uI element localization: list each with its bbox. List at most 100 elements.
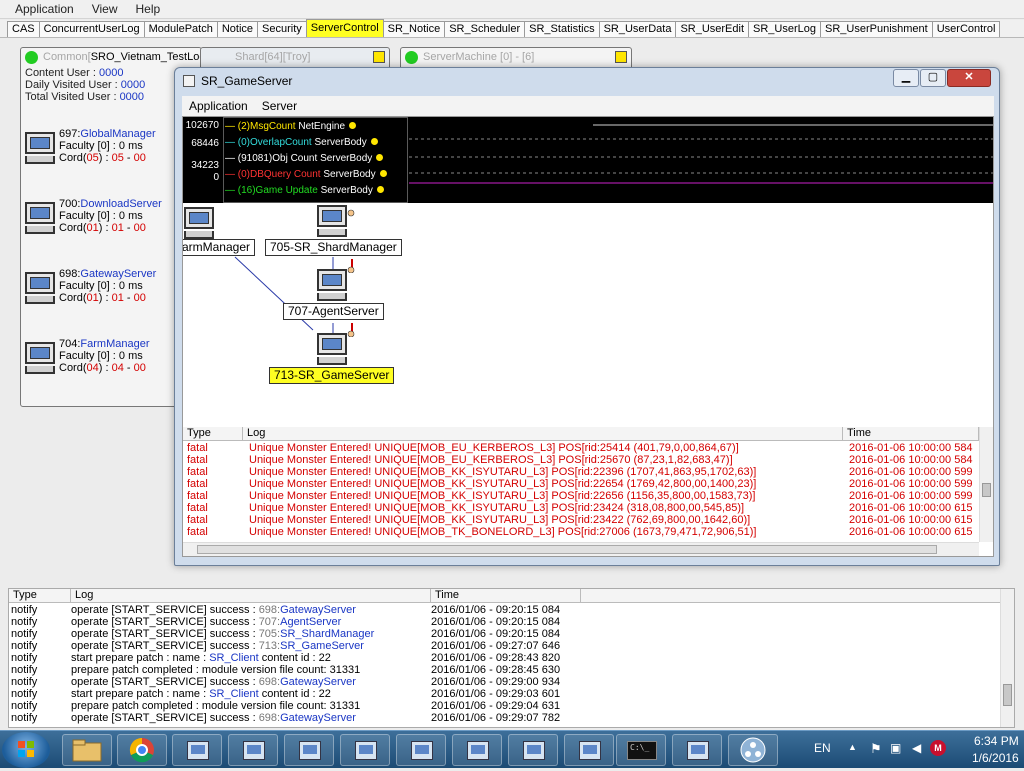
farm-manager-computer-icon[interactable] <box>184 207 214 241</box>
col-time[interactable]: Time <box>431 589 581 602</box>
tab-server-control[interactable]: ServerControl <box>305 19 384 37</box>
taskbar-app-window[interactable] <box>564 734 614 766</box>
computer-icon <box>25 342 55 376</box>
tab-concurrent-user-log[interactable]: ConcurrentUserLog <box>38 21 145 37</box>
table-row[interactable]: fatal Unique Monster Entered! UNIQUE[MOB_… <box>183 490 993 502</box>
window-icon <box>299 741 321 760</box>
service-global-manager[interactable]: 697:GlobalManager Faculty [0] : 0 ms Cor… <box>25 128 185 178</box>
taskbar-app-window[interactable] <box>172 734 222 766</box>
service-farm-manager[interactable]: 704:FarmManager Faculty [0] : 0 ms Cord(… <box>25 338 185 388</box>
taskbar-app-window[interactable] <box>672 734 722 766</box>
table-row[interactable]: notify operate [START_SERVICE] success : … <box>9 628 1014 640</box>
scroll-thumb[interactable] <box>982 483 991 497</box>
taskbar-chrome[interactable] <box>117 734 167 766</box>
table-row[interactable]: fatal Unique Monster Entered! UNIQUE[MOB_… <box>183 514 993 526</box>
clock-date[interactable]: 1/6/2016 <box>972 751 1019 765</box>
taskbar-app-window[interactable] <box>396 734 446 766</box>
tab-usercontrol[interactable]: UserControl <box>931 21 1001 37</box>
speaker-icon[interactable]: ◀ <box>912 741 921 755</box>
taskbar-app-window[interactable] <box>228 734 278 766</box>
language-indicator[interactable]: EN <box>814 741 831 755</box>
main-log-vertical-scrollbar[interactable] <box>1000 589 1014 727</box>
taskbar-app-window[interactable] <box>284 734 334 766</box>
node-shard-manager[interactable]: 705-SR_ShardManager <box>265 239 402 256</box>
table-row[interactable]: notify operate [START_SERVICE] success : … <box>9 640 1014 652</box>
common-panel-header: Common[SRO_Vietnam_TestLocal <box>21 48 201 66</box>
start-button[interactable] <box>2 732 50 768</box>
menu-help[interactable]: Help <box>127 2 170 16</box>
node-farm-manager[interactable]: FarmManager <box>183 239 255 256</box>
menu-game-application[interactable]: Application <box>182 99 255 113</box>
taskbar-network-app[interactable] <box>728 734 778 766</box>
game-log-horizontal-scrollbar[interactable] <box>183 542 979 556</box>
window-icon <box>243 741 265 760</box>
table-row[interactable]: fatal Unique Monster Entered! UNIQUE[MOB_… <box>183 454 993 466</box>
scroll-thumb[interactable] <box>1003 684 1012 706</box>
menu-game-server[interactable]: Server <box>255 99 304 113</box>
taskbar-explorer[interactable] <box>62 734 112 766</box>
tab-cas[interactable]: CAS <box>7 21 40 37</box>
taskbar-app-window[interactable] <box>340 734 390 766</box>
chevron-up-icon[interactable]: ▲ <box>848 742 857 752</box>
agent-server-computer-icon[interactable] <box>317 269 347 303</box>
tab-notice[interactable]: Notice <box>216 21 259 37</box>
table-row[interactable]: notify prepare patch completed : module v… <box>9 664 1014 676</box>
close-button[interactable]: ✕ <box>947 69 991 87</box>
shard-manager-computer-icon[interactable] <box>317 205 347 239</box>
tab-sr-scheduler[interactable]: SR_Scheduler <box>444 21 526 37</box>
game-log-table: Type Log Time fatal Unique Monster Entere… <box>183 427 993 556</box>
service-gateway-server[interactable]: 698:GatewayServer Faculty [0] : 0 ms Cor… <box>25 268 185 318</box>
taskbar-app-window[interactable] <box>508 734 558 766</box>
table-row[interactable]: fatal Unique Monster Entered! UNIQUE[MOB_… <box>183 442 993 454</box>
game-server-window[interactable]: SR_GameServer ▁ ▢ ✕ Application Server 1… <box>174 67 1000 566</box>
table-row[interactable]: fatal Unique Monster Entered! UNIQUE[MOB_… <box>183 466 993 478</box>
game-log-vertical-scrollbar[interactable] <box>979 427 993 542</box>
maximize-button[interactable]: ▢ <box>920 69 946 87</box>
mcafee-icon[interactable]: M <box>930 740 946 756</box>
taskbar-cmd[interactable]: C:\_ <box>616 734 666 766</box>
col-log[interactable]: Log <box>71 589 431 602</box>
window-icon <box>687 741 709 760</box>
table-row[interactable]: notify operate [START_SERVICE] success : … <box>9 676 1014 688</box>
tab-sr-userlog[interactable]: SR_UserLog <box>748 21 821 37</box>
tab-sr-userdata[interactable]: SR_UserData <box>598 21 677 37</box>
tab-sr-userpunishment[interactable]: SR_UserPunishment <box>820 21 933 37</box>
col-type[interactable]: Type <box>9 589 71 602</box>
table-row[interactable]: notify operate [START_SERVICE] success : … <box>9 616 1014 628</box>
node-game-server[interactable]: 713-SR_GameServer <box>269 367 395 384</box>
col-time[interactable]: Time <box>843 427 979 440</box>
col-log[interactable]: Log <box>243 427 843 440</box>
table-row[interactable]: fatal Unique Monster Entered! UNIQUE[MOB_… <box>183 502 993 514</box>
table-row[interactable]: notify start prepare patch : name : SR_Cl… <box>9 688 1014 700</box>
game-server-computer-icon[interactable] <box>317 333 347 367</box>
tab-sr-notice[interactable]: SR_Notice <box>382 21 446 37</box>
minimize-button[interactable]: ▁ <box>893 69 919 87</box>
performance-monitor: 102670 68446 34223 0 — (2)MsgCount NetEn… <box>183 117 993 203</box>
table-row[interactable]: fatal Unique Monster Entered! UNIQUE[MOB_… <box>183 478 993 490</box>
main-log-rows: notify operate [START_SERVICE] success : … <box>9 603 1014 724</box>
menu-view[interactable]: View <box>83 2 127 16</box>
action-center-flag-icon[interactable]: ⚑ <box>870 741 882 757</box>
tab-module-patch[interactable]: ModulePatch <box>143 21 218 37</box>
tab-security[interactable]: Security <box>257 21 307 37</box>
menu-application[interactable]: Application <box>6 2 83 16</box>
tab-sr-useredit[interactable]: SR_UserEdit <box>675 21 750 37</box>
table-row[interactable]: notify start prepare patch : name : SR_Cl… <box>9 652 1014 664</box>
common-panel-title-prefix: Common[ <box>43 51 91 63</box>
scroll-thumb[interactable] <box>197 545 937 554</box>
col-type[interactable]: Type <box>183 427 243 440</box>
network-icon[interactable]: ▣ <box>890 741 901 755</box>
table-row[interactable]: notify prepare patch completed : module v… <box>9 700 1014 712</box>
clock-time[interactable]: 6:34 PM <box>974 734 1019 748</box>
table-row[interactable]: notify operate [START_SERVICE] success : … <box>9 712 1014 724</box>
window-icon <box>187 741 209 760</box>
hand-icon <box>347 209 355 217</box>
taskbar-app-window[interactable] <box>452 734 502 766</box>
service-download-server[interactable]: 700:DownloadServer Faculty [0] : 0 ms Co… <box>25 198 185 248</box>
tab-bar: CAS ConcurrentUserLog ModulePatch Notice… <box>0 19 1024 38</box>
tab-sr-statistics[interactable]: SR_Statistics <box>524 21 600 37</box>
node-agent-server[interactable]: 707-AgentServer <box>283 303 384 320</box>
table-row[interactable]: notify operate [START_SERVICE] success : … <box>9 604 1014 616</box>
window-titlebar[interactable]: SR_GameServer ▁ ▢ ✕ <box>175 68 999 94</box>
table-row[interactable]: fatal Unique Monster Entered! UNIQUE[MOB_… <box>183 526 993 538</box>
